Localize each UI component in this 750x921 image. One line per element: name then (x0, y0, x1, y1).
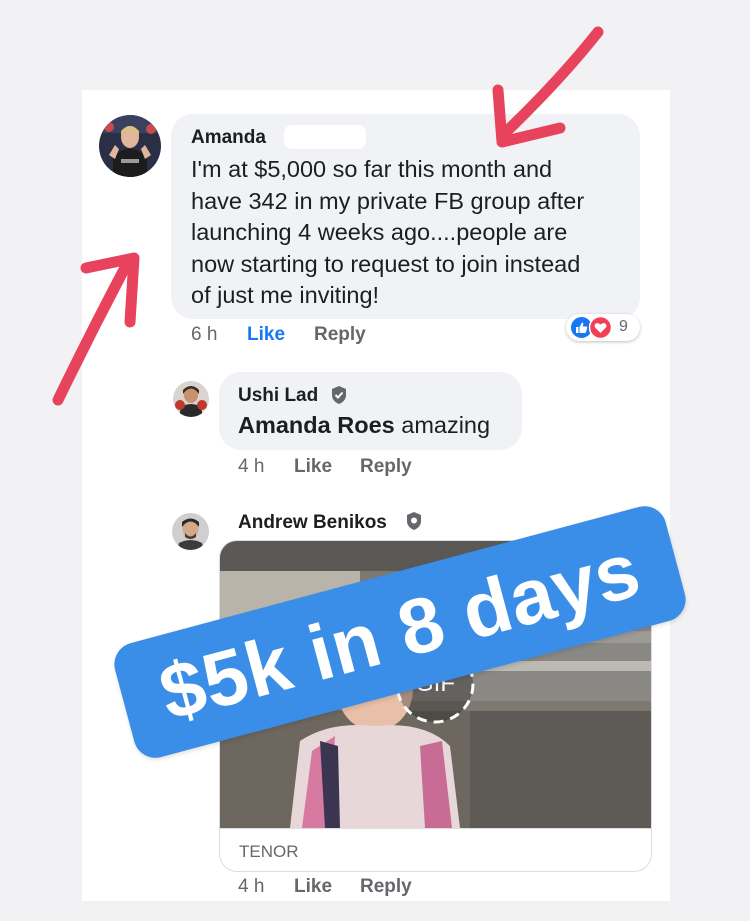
red-arrow-left (52, 252, 140, 406)
